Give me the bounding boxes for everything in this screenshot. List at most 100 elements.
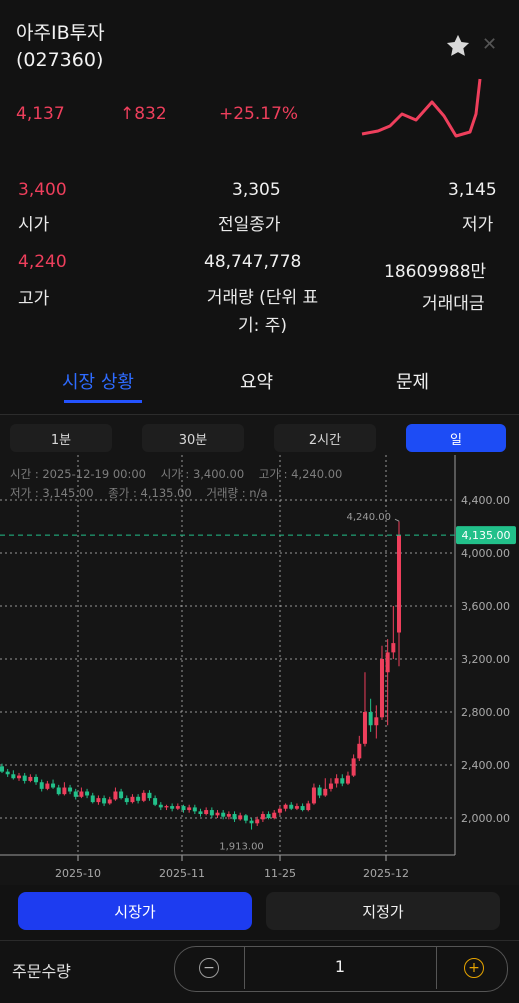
divider — [0, 940, 519, 941]
trade-amount-value: 18609988만 — [384, 262, 487, 282]
candle-body — [187, 807, 192, 811]
candle-body — [317, 787, 322, 796]
limit-order-button[interactable]: 지정가 — [266, 892, 500, 930]
candle-body — [362, 712, 367, 744]
candle-body — [357, 743, 362, 759]
tab-issues[interactable]: 문제 — [396, 368, 429, 394]
price-change: ↑832 — [120, 104, 167, 124]
candle-body — [306, 803, 311, 811]
candle-body — [164, 806, 169, 808]
candle-body — [119, 791, 124, 799]
prev-close-label: 전일종가 — [218, 215, 281, 235]
period-day-button[interactable]: 일 — [406, 424, 506, 452]
period-2hour-button[interactable]: 2시간 — [274, 424, 376, 452]
candlestick-chart[interactable]: 4,400.00 4,000.00 3,600.00 3,200.00 2,800.00… — [0, 455, 519, 885]
stock-name: 아주IB투자 — [16, 22, 105, 44]
candle-body — [260, 814, 265, 820]
candle-body — [272, 812, 277, 818]
price-change-percent: +25.17% — [219, 104, 299, 124]
candle-body — [277, 808, 282, 813]
candle-body — [113, 791, 118, 800]
candle-body — [181, 806, 186, 811]
candle-body — [175, 806, 180, 809]
market-order-button[interactable]: 시장가 — [18, 892, 252, 930]
candle-body — [226, 814, 231, 817]
candle-body — [102, 798, 107, 804]
candle-body — [22, 775, 27, 781]
candle-body — [289, 804, 294, 809]
candle-body — [221, 812, 226, 817]
candle-body — [85, 791, 90, 796]
candle-body — [0, 766, 4, 772]
open-price-label: 시가 — [18, 215, 50, 235]
candle-body — [68, 787, 73, 792]
trade-amount-label: 거래대금 — [422, 294, 485, 314]
low-price-label: 저가 — [462, 215, 494, 235]
period-30min-button[interactable]: 30분 — [142, 424, 244, 452]
candle-body — [153, 798, 158, 805]
candle-body — [45, 783, 50, 789]
candle-body — [5, 771, 10, 775]
candle-body — [90, 795, 95, 803]
candle-body — [311, 787, 316, 804]
candle-body — [215, 812, 220, 816]
candle-body — [51, 783, 56, 788]
candle-body — [385, 652, 390, 673]
candle-body — [73, 791, 78, 797]
candle-body — [283, 804, 288, 809]
favorite-star-icon[interactable] — [444, 32, 472, 60]
candle-body — [323, 788, 328, 796]
candle-body — [39, 782, 44, 789]
tab-market-status[interactable]: 시장 상황 — [62, 368, 134, 394]
candle-body — [107, 799, 112, 804]
y-tick-label: 4,400.00 — [461, 494, 510, 507]
candle-body — [340, 778, 345, 784]
candle-body — [56, 787, 61, 795]
close-icon[interactable]: ✕ — [482, 34, 497, 55]
candle-body — [243, 815, 248, 821]
x-tick-label: 11-25 — [264, 867, 296, 880]
candle-body — [334, 778, 339, 784]
open-price-value: 3,400 — [18, 180, 67, 200]
y-tick-label: 4,000.00 — [461, 547, 510, 560]
candle-body — [232, 814, 237, 820]
y-tick-label: 2,400.00 — [461, 759, 510, 772]
candle-body — [192, 807, 197, 812]
candle-body — [300, 806, 305, 811]
chart-info-line-2: 저가 : 3,145.00 종가 : 4,135.00 거래량 : n/a — [10, 486, 268, 500]
minus-icon: − — [203, 960, 215, 976]
candle-body — [170, 806, 175, 809]
current-price: 4,137 — [16, 104, 65, 124]
candle-body — [79, 791, 84, 797]
x-tick-label: 2025-11 — [159, 867, 205, 880]
candle-body — [124, 798, 129, 803]
y-tick-label: 3,600.00 — [461, 600, 510, 613]
candle-body — [141, 792, 146, 801]
candle-body — [397, 535, 401, 633]
plus-icon: + — [468, 960, 480, 976]
candle-body — [374, 717, 379, 726]
quantity-value[interactable]: 1 — [240, 957, 440, 976]
candle-body — [391, 643, 396, 653]
y-tick-label: 2,000.00 — [461, 812, 510, 825]
high-price-value: 4,240 — [18, 252, 67, 272]
increase-quantity-button[interactable]: + — [464, 958, 484, 978]
candle-body — [209, 810, 214, 816]
candle-body — [266, 814, 271, 818]
decrease-quantity-button[interactable]: − — [199, 958, 219, 978]
current-price-label: 4,135.00 — [462, 529, 511, 542]
stock-code: (027360) — [16, 49, 104, 71]
price-sparkline — [361, 78, 482, 138]
tab-summary[interactable]: 요약 — [240, 368, 273, 394]
y-tick-label: 3,200.00 — [461, 653, 510, 666]
candle-body — [368, 712, 373, 726]
period-1min-button[interactable]: 1분 — [10, 424, 112, 452]
candle-body — [11, 774, 16, 779]
stock-title: 아주IB투자 (027360) — [16, 20, 105, 74]
candle-body — [198, 811, 203, 815]
x-tick-label: 2025-10 — [55, 867, 101, 880]
candle-body — [204, 810, 209, 815]
low-price-value: 3,145 — [448, 180, 497, 200]
candle-body — [351, 758, 356, 776]
candle-body — [238, 815, 243, 820]
